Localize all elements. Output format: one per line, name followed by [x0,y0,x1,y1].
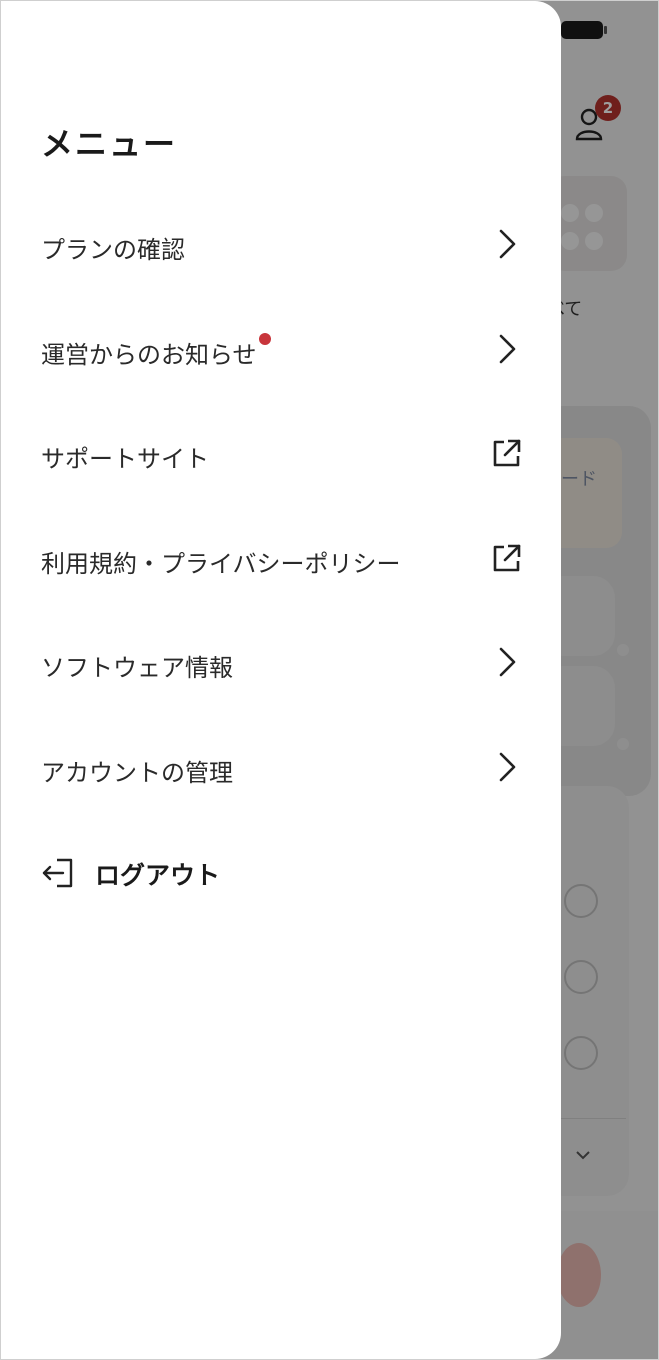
logout-icon [42,858,73,888]
unread-badge-dot [258,333,271,345]
menu-item-terms-privacy[interactable]: 利用規約・プライバシーポリシー [1,520,561,600]
menu-item-announcements[interactable]: 運営からのお知らせ [1,311,561,391]
menu-item-label: アカウントの管理 [41,759,233,787]
menu-item-label: 利用規約・プライバシーポリシー [41,550,401,578]
chevron-right-icon [499,334,516,364]
menu-item-label: プランの確認 [41,236,185,264]
chevron-right-icon [499,229,516,259]
side-menu-drawer: メニュー プランの確認 運営からのお知らせ サポートサイト 利用規約・プライバシ… [1,1,561,1359]
menu-item-plan[interactable]: プランの確認 [1,206,561,286]
logout-label: ログアウト [95,861,221,890]
menu-item-support-site[interactable]: サポートサイト [1,415,561,495]
logout-button[interactable]: ログアウト [1,836,561,908]
chevron-right-icon [499,752,516,782]
menu-item-label-wrap: 運営からのお知らせ [41,333,271,370]
external-link-icon [493,544,521,572]
menu-item-label: サポートサイト [41,445,209,473]
menu-title: メニュー [41,125,178,163]
external-link-icon [493,439,521,467]
screen-frame: 2 べて ード メニュー プランの確認 運営からのお知らせ サポートサイト 利用… [0,0,659,1360]
menu-item-account-management[interactable]: アカウントの管理 [1,729,561,809]
menu-item-software-info[interactable]: ソフトウェア情報 [1,624,561,704]
chevron-right-icon [499,647,516,677]
menu-item-label: 運営からのお知らせ [41,341,257,369]
menu-item-label: ソフトウェア情報 [41,654,233,682]
